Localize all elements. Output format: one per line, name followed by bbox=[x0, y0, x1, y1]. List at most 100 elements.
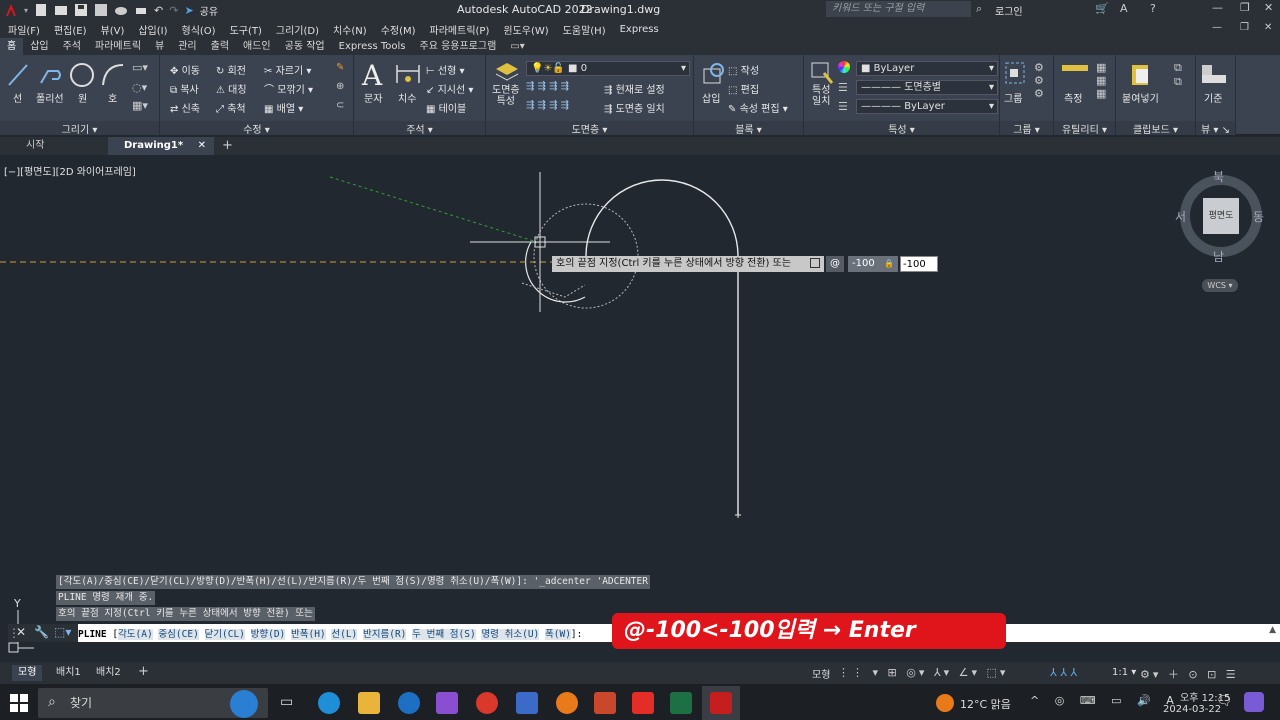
layer-properties-icon[interactable] bbox=[494, 61, 520, 81]
print-icon[interactable] bbox=[134, 3, 148, 17]
doc-minimize-icon[interactable]: — bbox=[1212, 22, 1222, 33]
search-input[interactable]: 키워드 또는 구절 입력 bbox=[826, 1, 971, 17]
workspace-icons[interactable]: ⚙▾ ＋ ⊙ ⊡ ☰ bbox=[1140, 666, 1239, 682]
layer-tools-icons-2[interactable]: ⇶ ⇶ ⇶ ⇶ bbox=[526, 100, 569, 111]
menu-view[interactable]: 뷰(V) bbox=[101, 22, 125, 37]
dynamic-input-length[interactable]: -100 🔒 bbox=[848, 256, 898, 272]
linear-button[interactable]: ⊢ 선형 ▾ bbox=[426, 62, 465, 77]
offset-icon[interactable]: ⊂ bbox=[336, 100, 344, 111]
panel-view-label[interactable]: 뷰 ▾ ↘ bbox=[1196, 121, 1235, 136]
panel-block-label[interactable]: 블록 ▾ bbox=[694, 121, 803, 136]
account-icon[interactable]: A bbox=[1120, 2, 1128, 15]
create-block-button[interactable]: ⬚ 작성 bbox=[728, 62, 759, 77]
cart-icon[interactable]: 🛒 bbox=[1095, 2, 1109, 15]
chrome-icon[interactable] bbox=[476, 692, 498, 714]
line-icon[interactable] bbox=[6, 61, 30, 89]
dynamic-input-angle[interactable]: -100 bbox=[900, 256, 938, 272]
group-icon[interactable] bbox=[1004, 61, 1026, 87]
copilot-icon[interactable] bbox=[1244, 692, 1264, 712]
panel-properties-label[interactable]: 특성 ▾ bbox=[804, 121, 999, 136]
tab-parametric[interactable]: 파라메트릭 bbox=[88, 38, 148, 55]
help-icon[interactable]: ? bbox=[1150, 2, 1156, 15]
minimize-icon[interactable]: — bbox=[1212, 1, 1223, 14]
menu-dimension[interactable]: 치수(N) bbox=[333, 22, 367, 37]
tab-collaborate[interactable]: 공동 작업 bbox=[278, 38, 332, 55]
option-radius[interactable]: 반지름(R) bbox=[363, 629, 407, 640]
clipboard-tools-icons[interactable]: ⧉ ⧉ bbox=[1174, 61, 1182, 89]
menu-edit[interactable]: 편집(E) bbox=[54, 22, 87, 37]
edit-attribute-button[interactable]: ✎ 속성 편집 ▾ bbox=[728, 100, 788, 115]
layer-properties-button[interactable]: 도면층 특성 bbox=[492, 85, 520, 107]
paint-icon[interactable] bbox=[436, 692, 458, 714]
measure-icon[interactable] bbox=[1062, 65, 1088, 71]
tab-output[interactable]: 출력 bbox=[204, 38, 236, 55]
menu-help[interactable]: 도움말(H) bbox=[563, 22, 606, 37]
annotation-scale-icons[interactable]: ⅄ ⅄ ⅄ bbox=[1050, 666, 1077, 679]
wcs-menu[interactable]: WCS ▾ bbox=[1202, 279, 1238, 292]
menu-modify[interactable]: 수정(M) bbox=[381, 22, 416, 37]
weather-icon[interactable] bbox=[936, 694, 954, 712]
status-toggle-icons[interactable]: ⋮⋮ ▾ ⊞ ◎▾ ⅄▾ ∠▾ ⬚▾ bbox=[838, 666, 1008, 679]
doc-close-icon[interactable]: ✕ bbox=[1264, 22, 1272, 33]
youtube-icon[interactable] bbox=[632, 692, 654, 714]
search-app-icon[interactable] bbox=[556, 692, 578, 714]
panel-draw-label[interactable]: 그리기 ▾ bbox=[0, 121, 159, 136]
viewcube-north[interactable]: 북 bbox=[1213, 168, 1224, 185]
copy-button[interactable]: ⧉ 복사 bbox=[170, 81, 199, 96]
powerpoint-icon[interactable] bbox=[594, 692, 616, 714]
tab-home[interactable]: 홈 bbox=[0, 38, 24, 55]
menu-parametric[interactable]: 파라메트릭(P) bbox=[430, 22, 490, 37]
add-layout-icon[interactable]: + bbox=[138, 664, 149, 679]
options-down-icon[interactable] bbox=[810, 258, 821, 268]
trim-button[interactable]: ✂ 자르기 ▾ bbox=[264, 62, 311, 77]
line-button[interactable]: 선 bbox=[13, 90, 22, 105]
panel-modify-label[interactable]: 수정 ▾ bbox=[160, 121, 353, 136]
tab-addins[interactable]: 애드인 bbox=[236, 38, 278, 55]
task-view-icon[interactable]: ▭ bbox=[280, 694, 293, 710]
viewcube-west[interactable]: 서 bbox=[1175, 208, 1186, 225]
option-second-pt[interactable]: 두 번째 점(S) bbox=[412, 629, 476, 640]
login-button[interactable]: 로그인 bbox=[995, 3, 1023, 18]
customize-icon[interactable]: 🔧 bbox=[34, 625, 49, 639]
measure-button[interactable]: 측정 bbox=[1064, 90, 1082, 105]
layer-tools-icons[interactable]: ⇶ ⇶ ⇶ ⇶ bbox=[526, 81, 569, 92]
rectangle-icon[interactable]: ▭▾ bbox=[132, 61, 148, 74]
tab-layout2[interactable]: 배치2 bbox=[90, 665, 127, 681]
option-width[interactable]: 폭(W) bbox=[545, 629, 571, 640]
lineweight-dropdown[interactable]: ———— ByLayer ▾ bbox=[856, 99, 998, 114]
option-line[interactable]: 선(L) bbox=[331, 629, 358, 640]
group-tools-icons[interactable]: ⚙ ⚙ ⚙ bbox=[1034, 61, 1044, 100]
paste-button[interactable]: 붙여넣기 bbox=[1122, 90, 1159, 105]
option-center[interactable]: 중심(CE) bbox=[158, 629, 199, 640]
tab-model[interactable]: 모형 bbox=[12, 665, 43, 681]
tab-manage[interactable]: 관리 bbox=[171, 38, 203, 55]
tab-drawing1[interactable]: Drawing1* ✕ bbox=[108, 137, 214, 155]
paste-icon[interactable] bbox=[1130, 61, 1152, 87]
polyline-button[interactable]: 폴리선 bbox=[36, 90, 64, 105]
tab-view[interactable]: 뷰 bbox=[148, 38, 171, 55]
option-close[interactable]: 닫기(CL) bbox=[204, 629, 245, 640]
viewcube-south[interactable]: 남 bbox=[1213, 248, 1224, 265]
maximize-icon[interactable]: ❐ bbox=[1240, 1, 1250, 14]
share-icon[interactable]: ➤ bbox=[184, 4, 193, 17]
menu-tools[interactable]: 도구(T) bbox=[230, 22, 262, 37]
insert-block-icon[interactable] bbox=[700, 61, 726, 87]
circle-icon[interactable] bbox=[68, 61, 96, 89]
annotation-scale[interactable]: 1:1 ▾ bbox=[1112, 667, 1136, 678]
tab-annotate[interactable]: 주석 bbox=[56, 38, 88, 55]
region-icon[interactable]: ▦▾ bbox=[132, 99, 148, 112]
stretch-button[interactable]: ⇄ 신축 bbox=[170, 100, 200, 115]
recent-commands-icon[interactable]: ⬚▾ bbox=[54, 625, 71, 639]
panel-groups-label[interactable]: 그룹 ▾ bbox=[1000, 121, 1053, 136]
autocad-taskbar-icon[interactable] bbox=[710, 692, 732, 714]
app-icon[interactable] bbox=[516, 692, 538, 714]
option-angle[interactable]: 각도(A) bbox=[118, 629, 153, 640]
redo-icon[interactable]: ↷ bbox=[169, 4, 178, 17]
arc-button[interactable]: 호 bbox=[108, 90, 117, 105]
taskbar-date[interactable]: 2024-03-22 bbox=[1163, 704, 1221, 715]
tab-insert[interactable]: 삽입 bbox=[23, 38, 55, 55]
insert-button[interactable]: 삽입 bbox=[702, 90, 720, 105]
match-properties-button[interactable]: 특성 일치 bbox=[812, 85, 830, 107]
match-properties-icon[interactable] bbox=[810, 61, 834, 85]
utility-tools-icons[interactable]: ▦ ▦ ▦ bbox=[1096, 61, 1106, 100]
